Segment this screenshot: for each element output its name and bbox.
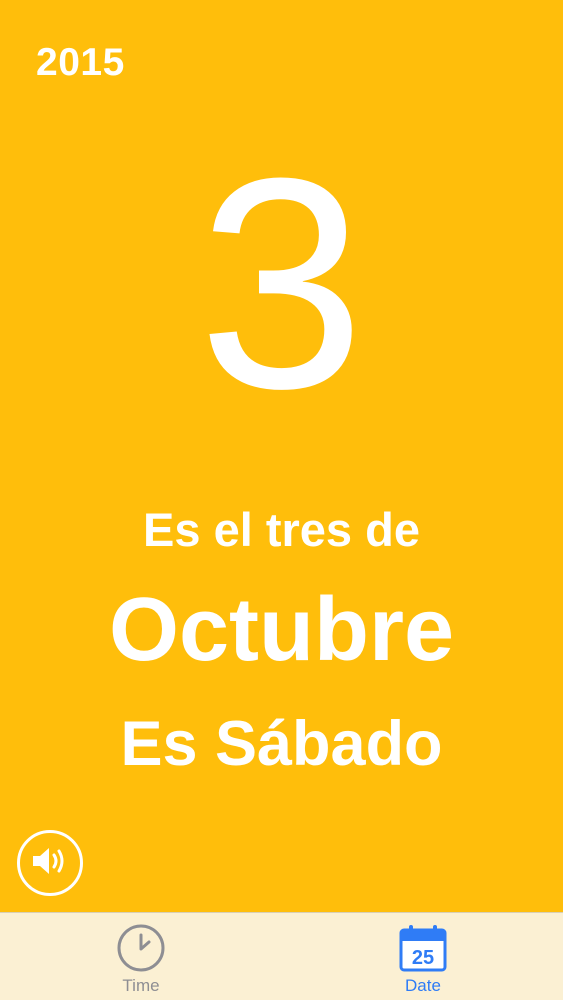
clock-icon — [115, 922, 167, 974]
speak-button[interactable] — [17, 830, 83, 896]
date-screen: 2015 3 Es el tres de Octubre Es Sábado T… — [0, 0, 563, 1000]
day-number: 3 — [198, 115, 365, 451]
tab-date-label: Date — [405, 976, 441, 995]
weekday-text: Es Sábado — [120, 709, 443, 779]
tab-date[interactable]: 25 Date — [363, 913, 483, 1000]
tab-bar: Time 25 Date — [0, 912, 563, 1000]
month-name: Octubre — [108, 580, 455, 680]
tab-time[interactable]: Time — [81, 913, 201, 1000]
calendar-day-text: 25 — [412, 947, 434, 969]
year-label: 2015 — [36, 41, 125, 84]
tab-time-label: Time — [122, 976, 160, 995]
date-intro-text: Es el tres de — [143, 503, 420, 556]
calendar-icon: 25 — [397, 922, 449, 974]
speaker-icon — [30, 844, 70, 883]
